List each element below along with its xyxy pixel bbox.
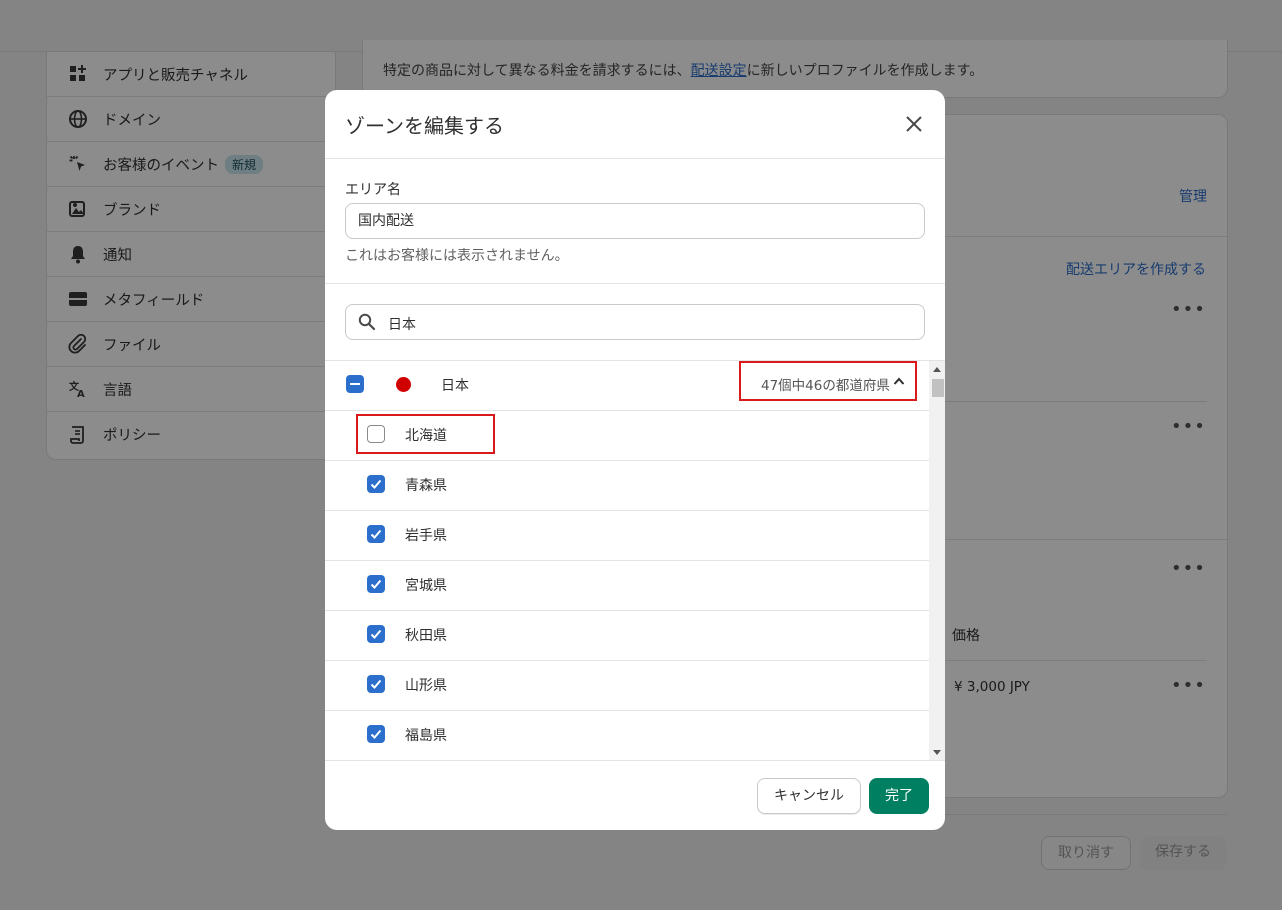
checkmark-icon: [370, 679, 382, 689]
prefecture-name: 宮城県: [405, 578, 447, 594]
region-count-text: 47個中46の都道府県: [761, 378, 890, 394]
prefecture-checkbox[interactable]: [367, 475, 385, 493]
prefecture-name: 岩手県: [405, 528, 447, 544]
checkmark-icon: [370, 579, 382, 589]
modal-footer: キャンセル 完了: [325, 762, 945, 830]
prefecture-name: 山形県: [405, 678, 447, 694]
area-name-input[interactable]: 国内配送: [345, 203, 925, 239]
checkmark-icon: [370, 629, 382, 639]
prefecture-name: 青森県: [405, 478, 447, 494]
search-section: 日本: [325, 284, 945, 361]
search-input[interactable]: 日本: [345, 304, 925, 340]
prefecture-checkbox[interactable]: [367, 425, 385, 443]
scroll-down-arrow-icon[interactable]: [933, 750, 941, 755]
area-name-label: エリア名: [345, 182, 401, 198]
area-name-help-text: これはお客様には表示されません。: [345, 248, 569, 264]
checkmark-icon: [370, 479, 382, 489]
prefecture-checkbox[interactable]: [367, 525, 385, 543]
scroll-thumb[interactable]: [932, 379, 944, 397]
prefecture-checkbox[interactable]: [367, 725, 385, 743]
prefecture-name: 秋田県: [405, 628, 447, 644]
japan-flag-icon: [396, 377, 411, 392]
region-count-toggle[interactable]: 47個中46の都道府県: [739, 361, 917, 401]
prefecture-name: 北海道: [405, 428, 447, 444]
country-row: 日本 47個中46の都道府県: [325, 361, 929, 411]
chevron-up-icon: [893, 377, 905, 385]
region-list: 日本 47個中46の都道府県 北海道 青森県 岩手県 宮城県 秋田県 山形県 福…: [325, 361, 945, 761]
search-icon: [358, 313, 376, 331]
country-name: 日本: [441, 378, 469, 394]
area-name-section: エリア名 国内配送 これはお客様には表示されません。: [325, 159, 945, 284]
prefecture-row: 福島県: [325, 711, 929, 760]
close-button[interactable]: [900, 110, 928, 138]
cancel-button[interactable]: キャンセル: [757, 778, 861, 814]
done-button[interactable]: 完了: [869, 778, 929, 814]
modal-title: ゾーンを編集する: [345, 114, 504, 138]
close-icon: [906, 116, 922, 132]
prefecture-row: 秋田県: [325, 611, 929, 661]
edit-zone-modal: ゾーンを編集する エリア名 国内配送 これはお客様には表示されません。 日本 日…: [325, 90, 945, 830]
prefecture-row: 北海道: [325, 411, 929, 461]
prefecture-checkbox[interactable]: [367, 625, 385, 643]
country-checkbox[interactable]: [346, 375, 364, 393]
search-value: 日本: [388, 317, 416, 333]
prefecture-checkbox[interactable]: [367, 675, 385, 693]
prefecture-row: 青森県: [325, 461, 929, 511]
prefecture-name: 福島県: [405, 728, 447, 744]
modal-header: ゾーンを編集する: [325, 90, 945, 159]
checkmark-icon: [370, 729, 382, 739]
checkmark-icon: [370, 529, 382, 539]
prefecture-checkbox[interactable]: [367, 575, 385, 593]
list-scrollbar[interactable]: [929, 361, 945, 760]
scroll-up-arrow-icon[interactable]: [933, 367, 941, 372]
prefecture-row: 岩手県: [325, 511, 929, 561]
prefecture-row: 山形県: [325, 661, 929, 711]
prefecture-row: 宮城県: [325, 561, 929, 611]
